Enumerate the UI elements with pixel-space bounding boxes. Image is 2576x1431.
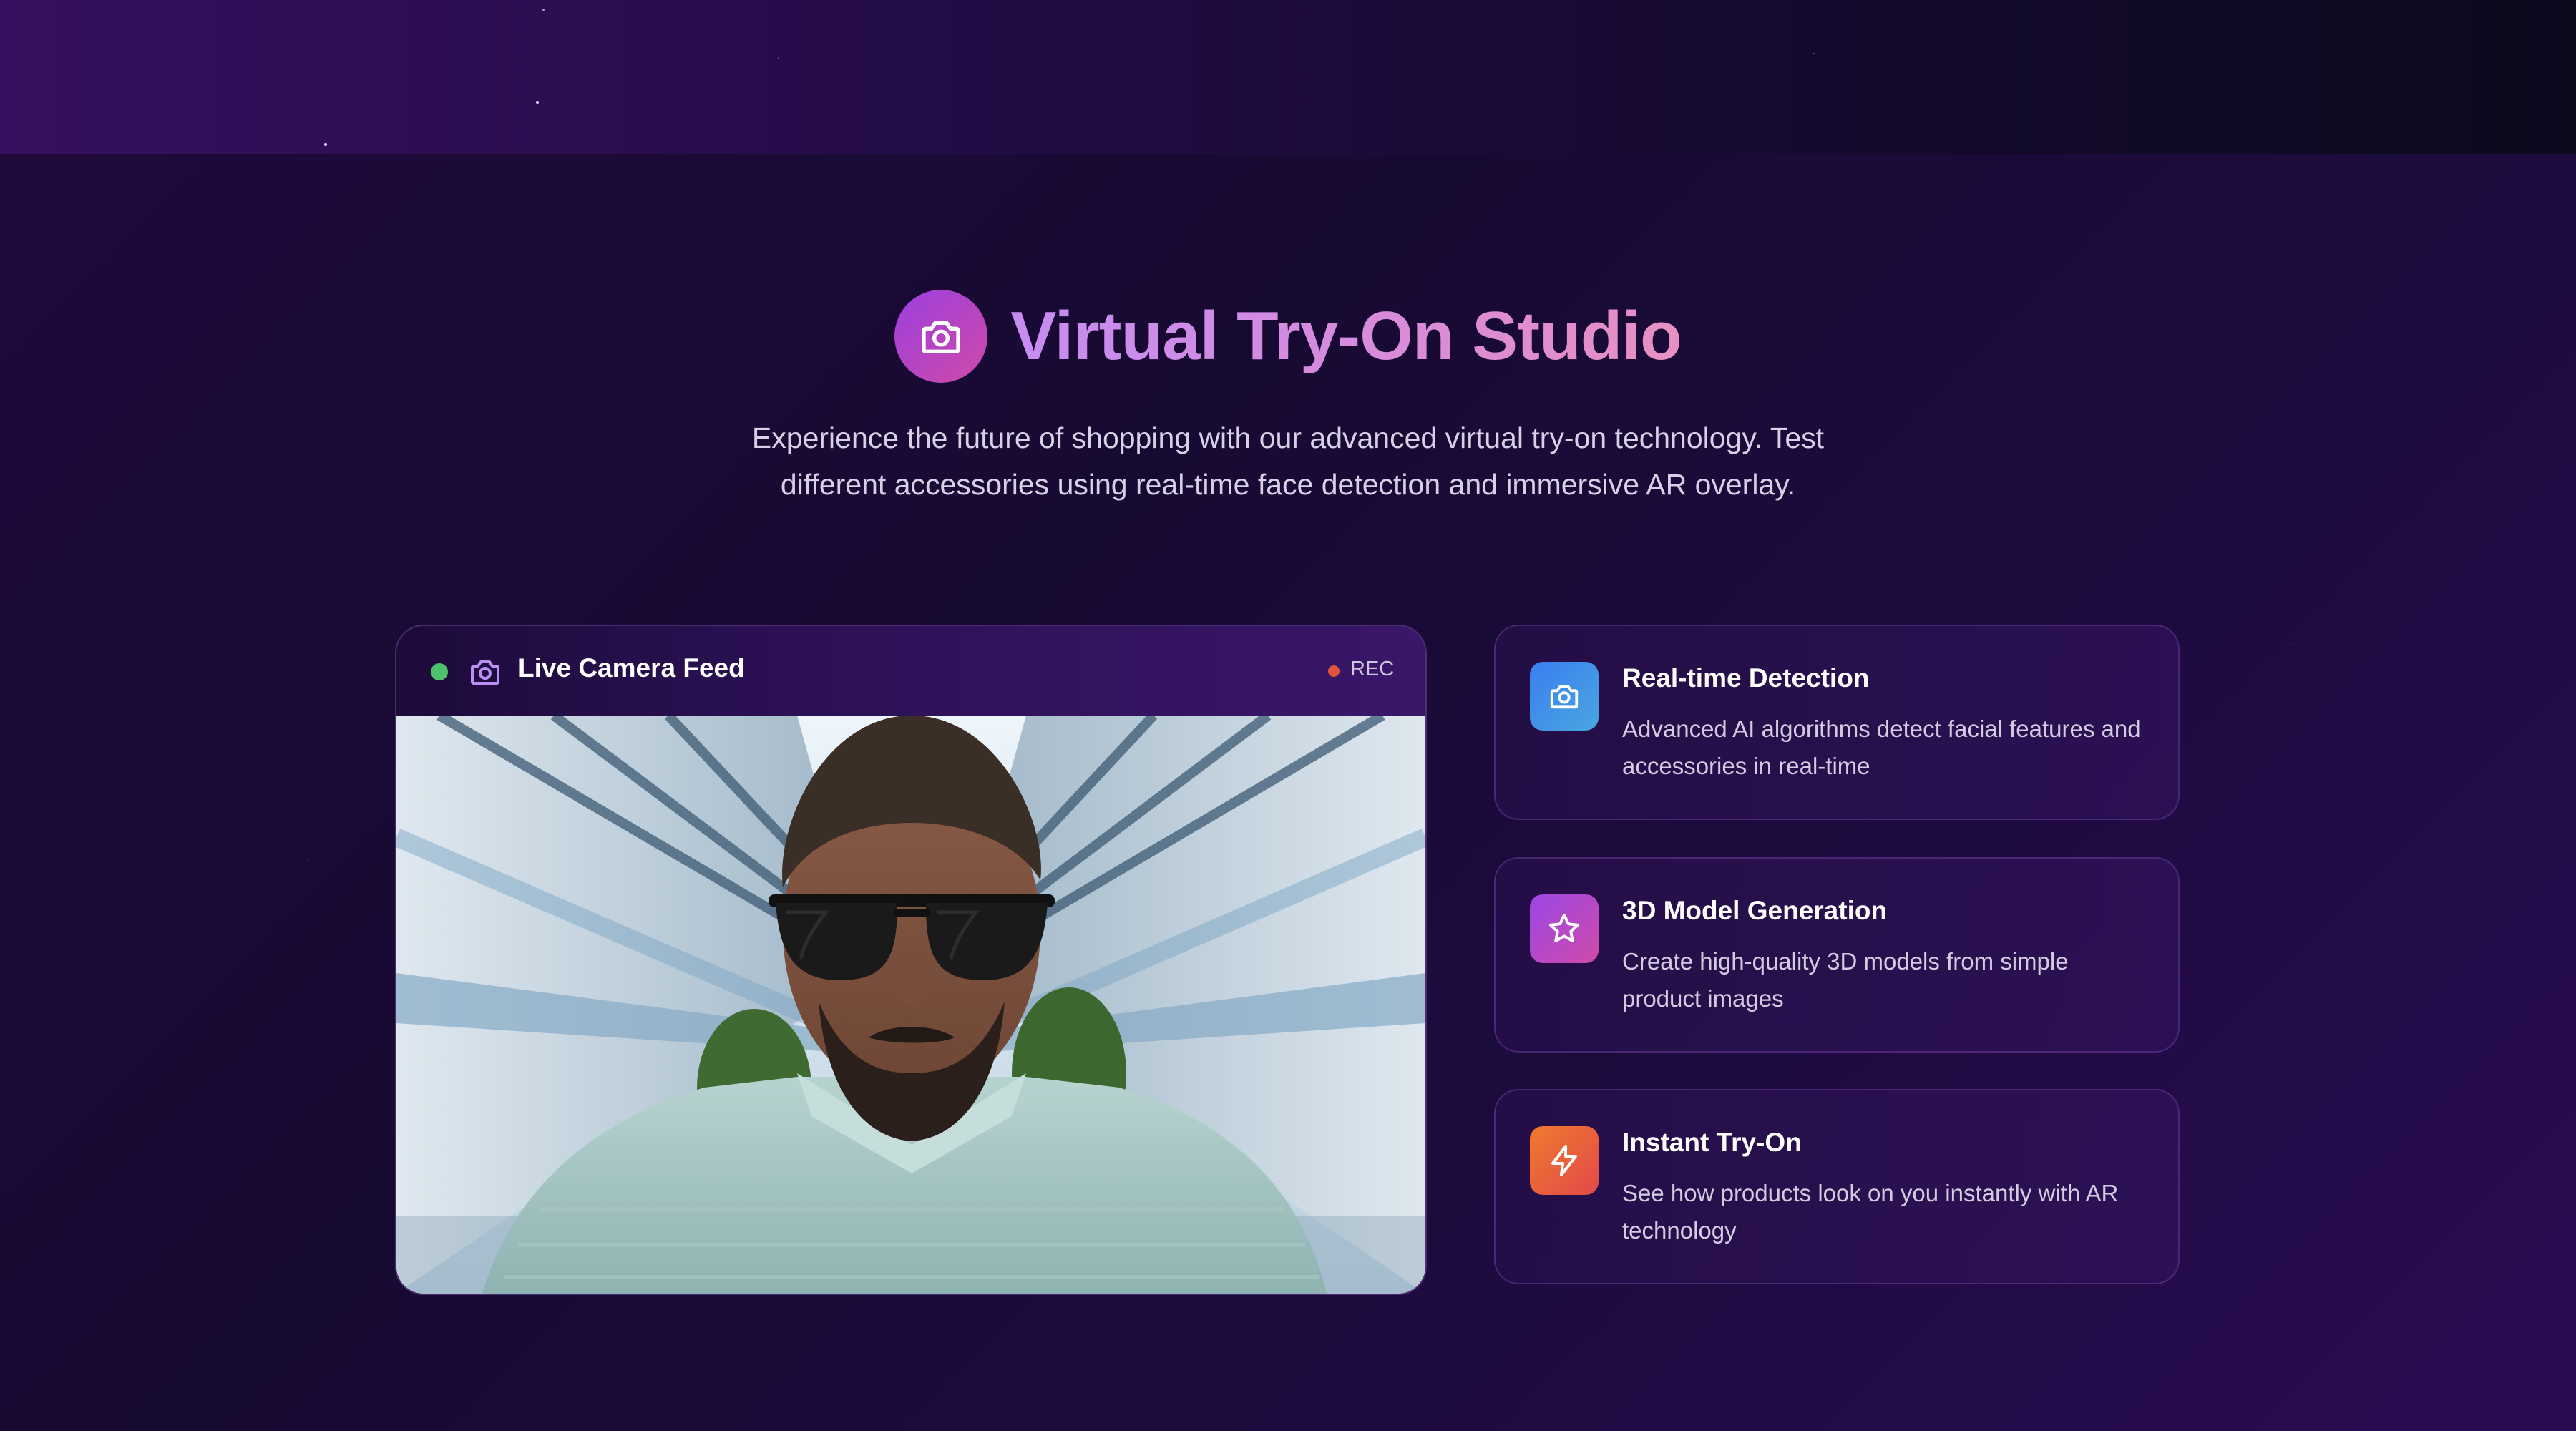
live-status-dot (431, 663, 448, 680)
recording-dot (1328, 665, 1340, 677)
feature-card-realtime-detection: Real-time Detection Advanced AI algorith… (1494, 625, 2180, 820)
camera-video-view[interactable] (396, 716, 1425, 1294)
camera-icon (894, 290, 988, 383)
recording-label: REC (1350, 658, 1395, 680)
top-banner (0, 0, 2576, 154)
feature-card-instant-try-on: Instant Try-On See how products look on … (1494, 1089, 2180, 1284)
star-decoration (542, 9, 545, 11)
feature-description: Create high-quality 3D models from simpl… (1622, 948, 2069, 1012)
feature-description: See how products look on you instantly w… (1622, 1180, 2119, 1244)
star-decoration (536, 101, 539, 104)
star-decoration (778, 57, 779, 59)
star-decoration (2290, 644, 2291, 645)
camera-feed-panel: Live Camera Feed REC (395, 625, 1427, 1295)
star-decoration (1813, 53, 1815, 54)
page-header: Virtual Try-On Studio (0, 290, 2576, 383)
star-decoration (324, 143, 327, 146)
lightning-icon (1530, 1126, 1599, 1195)
feature-card-3d-model-generation: 3D Model Generation Create high-quality … (1494, 857, 2180, 1053)
star-decoration (308, 859, 309, 860)
camera-icon (468, 655, 502, 689)
feature-title: Real-time Detection (1622, 663, 1870, 693)
feature-description: Advanced AI algorithms detect facial fea… (1622, 716, 2141, 779)
feature-title: Instant Try-On (1622, 1128, 1802, 1157)
page-title: Virtual Try-On Studio (1010, 298, 1682, 374)
camera-icon (1530, 662, 1599, 731)
camera-feed-header: Live Camera Feed REC (396, 626, 1425, 716)
feature-title: 3D Model Generation (1622, 896, 1888, 925)
camera-feed-title: Live Camera Feed (518, 653, 745, 683)
page-subtitle: Experience the future of shopping with o… (751, 421, 1825, 501)
star-icon (1530, 894, 1599, 963)
